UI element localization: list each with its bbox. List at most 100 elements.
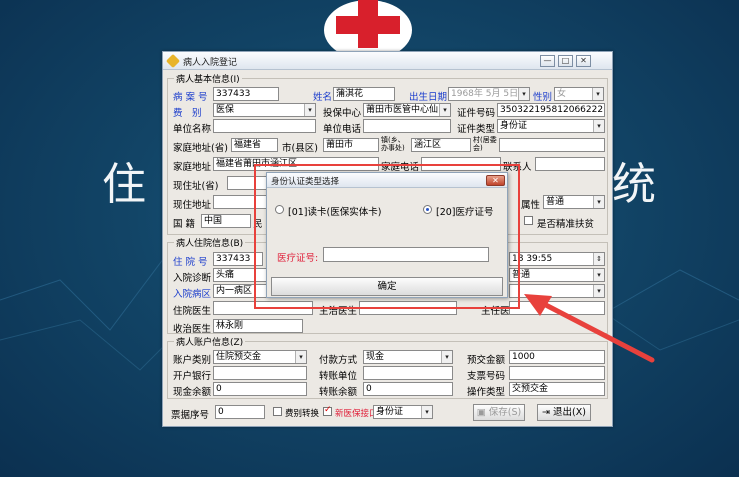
time-spinner-icon[interactable]: ⇕: [593, 253, 604, 265]
diag-field[interactable]: 头痛: [213, 268, 267, 282]
unit-phone-field[interactable]: [363, 119, 451, 133]
check-field[interactable]: [509, 366, 605, 380]
fee-dropdown-icon[interactable]: ▾: [304, 104, 315, 116]
fee-value: 医保: [216, 105, 235, 115]
attr-dropdown-icon[interactable]: ▾: [593, 196, 604, 208]
nation-field[interactable]: 中国: [201, 214, 251, 228]
home-phone-label: 家庭电话: [381, 162, 420, 173]
account-type-select[interactable]: 住院预交金 ▾: [213, 350, 307, 364]
birth-label: 出生日期: [409, 92, 448, 103]
diag-label: 入院诊断: [173, 273, 212, 284]
pay-select[interactable]: 现金 ▾: [363, 350, 453, 364]
read-card-label: [01]读卡(医保实体卡): [288, 207, 382, 218]
minimize-button[interactable]: —: [540, 55, 555, 67]
exit-label: 退出(X): [553, 407, 586, 418]
maximize-button[interactable]: □: [558, 55, 573, 67]
city-field[interactable]: 莆田市: [323, 138, 379, 152]
cert-select-value: 身份证: [376, 407, 404, 417]
hosp-no-field[interactable]: 337433: [213, 252, 263, 266]
town-label: 镇(乡、办事处): [381, 136, 405, 152]
read-card-radio[interactable]: [275, 205, 284, 214]
hosp-info-title: 病人住院信息(B): [174, 236, 246, 249]
poverty-checkbox[interactable]: [524, 216, 533, 225]
home-phone-field[interactable]: [421, 157, 501, 171]
doctor-field[interactable]: [213, 301, 313, 315]
cash-field[interactable]: 0: [213, 382, 307, 396]
confirm-button[interactable]: 确定: [271, 277, 503, 296]
basic-info-title: 病人基本信息(I): [174, 72, 242, 85]
cert-select-dropdown-icon[interactable]: ▾: [421, 406, 432, 418]
save-icon: ▣: [476, 407, 489, 418]
cur-addr-prov-label: 现住址(省): [173, 181, 219, 192]
pay-label: 付款方式: [319, 355, 358, 366]
exit-button[interactable]: ⇥ 退出(X): [537, 404, 591, 421]
cert-select-footer[interactable]: 身份证 ▾: [373, 405, 433, 419]
employer-label: 单位名称: [173, 124, 212, 135]
transfer-unit-field[interactable]: [363, 366, 453, 380]
cur-addr-field[interactable]: [213, 195, 267, 209]
op-type-field[interactable]: 交预交金: [509, 382, 605, 396]
chief-field[interactable]: [509, 301, 605, 315]
birth-field[interactable]: 1968年 5月 5日 ▾: [448, 87, 530, 101]
admit-doctor-field[interactable]: 林永刚: [213, 319, 303, 333]
contact-label: 联系人: [503, 162, 532, 173]
account-type-value: 住院预交金: [216, 352, 262, 362]
deposit-field[interactable]: 1000: [509, 350, 605, 364]
cur-addr-prov-field[interactable]: [227, 176, 267, 190]
sex-field[interactable]: 女 ▾: [554, 87, 604, 101]
ticket-label: 票据序号: [171, 410, 210, 421]
ticket-field[interactable]: 0: [215, 405, 265, 419]
case-no-field[interactable]: 337433: [213, 87, 279, 101]
dialog-close-button[interactable]: ✕: [486, 175, 505, 186]
sex-dropdown-icon[interactable]: ▾: [592, 88, 603, 100]
background-title-right: 统: [612, 159, 656, 210]
attr-value: 普通: [546, 197, 565, 207]
attr-select[interactable]: 普通 ▾: [543, 195, 605, 209]
cert-type-dropdown-icon[interactable]: ▾: [593, 120, 604, 132]
village-label: 村(居委会): [473, 136, 497, 152]
employer-field[interactable]: [213, 119, 316, 133]
cert-no-field[interactable]: 350322195812066222: [497, 103, 605, 117]
medical-cert-radio[interactable]: [423, 205, 432, 214]
ward-field[interactable]: 内一病区: [213, 284, 267, 298]
level-select[interactable]: 普通 ▾: [509, 268, 605, 282]
transfer-unit-label: 转账单位: [319, 371, 358, 382]
province-field[interactable]: 福建省: [231, 138, 278, 152]
ward-extra-select[interactable]: ▾: [509, 284, 605, 298]
admit-time-field[interactable]: 18 39:55 ⇕: [509, 252, 605, 266]
red-cross-logo: [324, 0, 412, 58]
account-type-dropdown-icon[interactable]: ▾: [295, 351, 306, 363]
deposit-label: 预交金额: [467, 355, 506, 366]
cert-no-dialog-input[interactable]: [323, 247, 489, 262]
name-field[interactable]: 蒲淇花: [333, 87, 395, 101]
insure-dropdown-icon[interactable]: ▾: [439, 104, 450, 116]
pay-dropdown-icon[interactable]: ▾: [441, 351, 452, 363]
cert-type-value: 身份证: [500, 121, 528, 131]
transfer-bal-field[interactable]: 0: [363, 382, 453, 396]
attending-label: 主治医生: [319, 306, 358, 317]
contact-field[interactable]: [535, 157, 605, 171]
level-value: 普通: [512, 270, 531, 280]
home-field[interactable]: 福建省莆田市涵江区: [213, 157, 379, 171]
home-addr-label: 家庭地址(省): [173, 143, 228, 154]
city-label: 市(县区): [282, 143, 318, 154]
level-dropdown-icon[interactable]: ▾: [593, 269, 604, 281]
save-button[interactable]: ▣ 保存(S): [473, 404, 525, 421]
insure-select[interactable]: 莆田市医管中心仙 ▾: [363, 103, 451, 117]
case-no-label: 病 案 号: [173, 92, 208, 103]
ward-extra-dropdown-icon[interactable]: ▾: [593, 285, 604, 297]
auth-type-dialog: 身份认证类型选择 ✕ [01]读卡(医保实体卡) [20]医疗证号 医疗证号: …: [266, 172, 508, 298]
cert-type-select[interactable]: 身份证 ▾: [497, 119, 605, 133]
new-interface-checkbox[interactable]: [323, 405, 332, 416]
dialog-title: 身份认证类型选择: [271, 177, 340, 187]
birth-dropdown-icon[interactable]: ▾: [518, 88, 529, 100]
town-field[interactable]: 涵江区: [411, 138, 471, 152]
bank-field[interactable]: [213, 366, 307, 380]
new-interface-label: 新医保接口: [335, 409, 378, 419]
fee-select[interactable]: 医保 ▾: [213, 103, 316, 117]
village-field[interactable]: [499, 138, 605, 152]
close-window-button[interactable]: ✕: [576, 55, 591, 67]
attending-field[interactable]: [359, 301, 457, 315]
fee-transfer-checkbox[interactable]: [273, 407, 282, 416]
hosp-no-label: 住 院 号: [173, 257, 208, 268]
